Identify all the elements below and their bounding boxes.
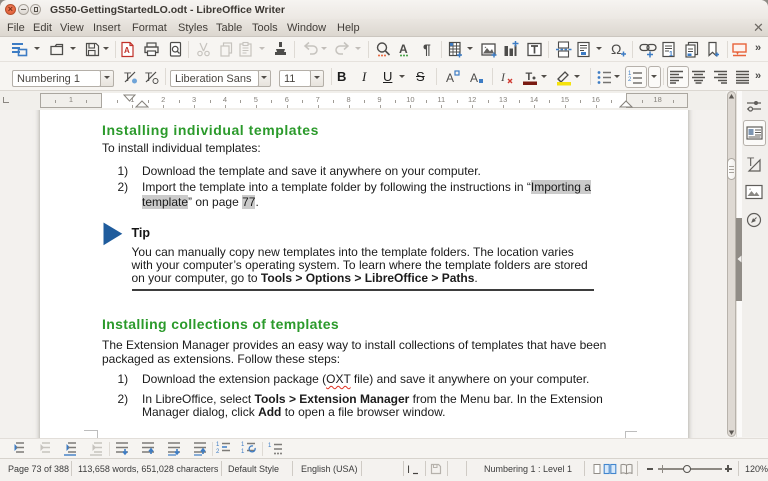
svg-text:A: A (399, 42, 408, 56)
svg-text:1: 1 (669, 51, 673, 58)
svg-text:A: A (470, 71, 478, 85)
svg-text:I: I (500, 70, 506, 84)
svg-text:2: 2 (216, 449, 220, 455)
svg-text:A: A (446, 71, 454, 85)
svg-text:Ω: Ω (611, 41, 621, 57)
svg-text:¶: ¶ (423, 41, 431, 57)
svg-text:1: 1 (241, 442, 245, 448)
svg-text:I: I (407, 464, 410, 476)
svg-text:1: 1 (268, 443, 272, 449)
svg-text:A: A (124, 46, 130, 55)
svg-text:2: 2 (628, 77, 632, 83)
svg-text:1: 1 (241, 449, 245, 455)
svg-text:T: T (526, 71, 533, 83)
svg-text:1: 1 (216, 442, 220, 448)
